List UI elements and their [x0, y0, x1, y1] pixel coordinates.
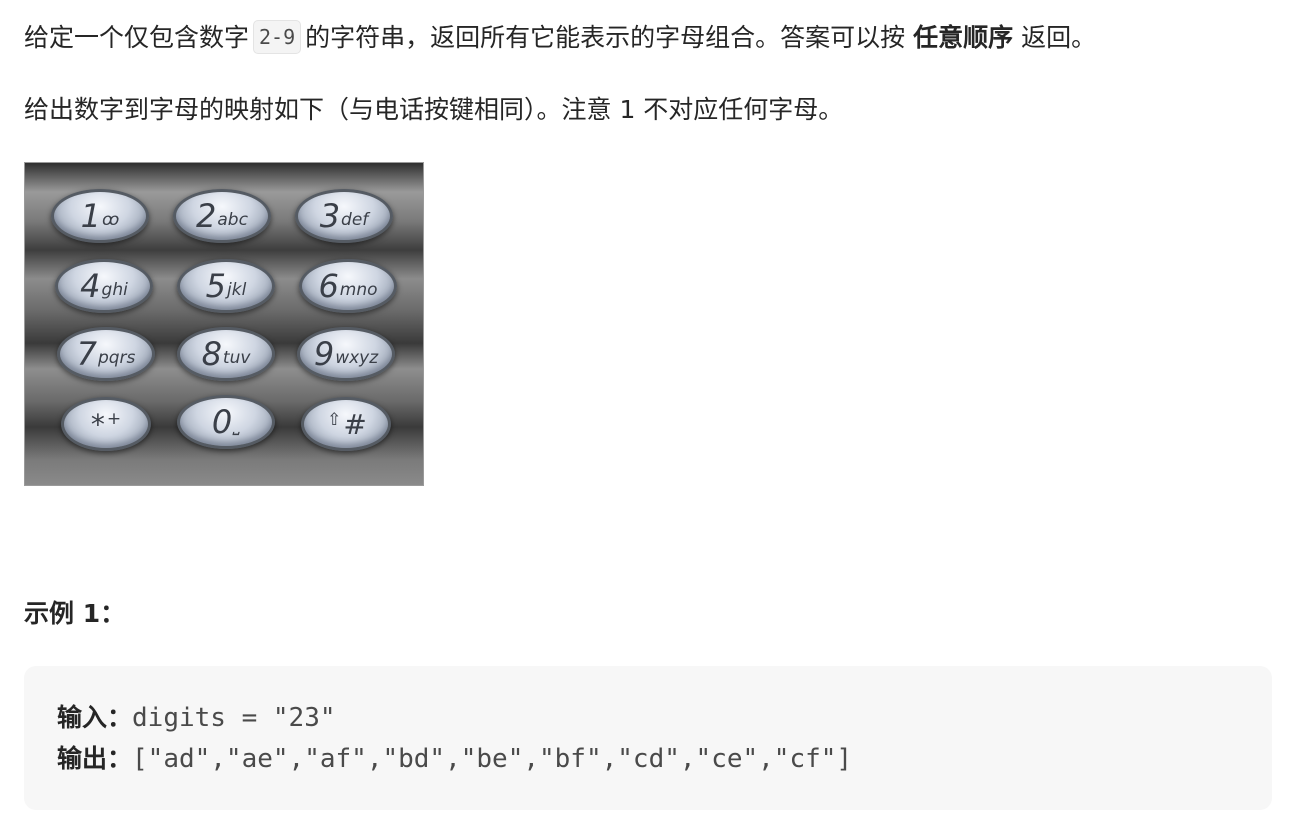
inline-code-digits-range: 2-9 — [253, 20, 302, 54]
example-title: 示例 1： — [24, 599, 126, 628]
keypad-key-2: 2 abc — [173, 189, 271, 243]
description-text: 返回。 — [1021, 23, 1097, 52]
description-text: 给定一个仅包含数字 — [24, 23, 250, 52]
example-output-line: 输出：["ad","ae","af","bd","be","bf","cd","… — [57, 741, 852, 777]
keypad-key-4: 4 ghi — [55, 259, 153, 313]
keypad-key-3: 3 def — [295, 189, 393, 243]
keypad-key-6: 6 mno — [299, 259, 397, 313]
keypad-key-8: 8 tuv — [177, 327, 275, 381]
input-label: 输入： — [57, 703, 133, 732]
example-code-block: 输入：digits = "23" 输出：["ad","ae","af","bd"… — [24, 666, 1272, 810]
keypad-key-7: 7 pqrs — [57, 327, 155, 381]
mapping-note: 给出数字到字母的映射如下（与电话按键相同）。注意 1 不对应任何字母。 — [24, 95, 844, 124]
phone-keypad-image: 1ꝏ 2 abc 3 def 4 ghi 5 jkl 6 mno 7 pqrs 8 tuv 9… — [24, 162, 424, 486]
description-text: 的字符串，返回所有它能表示的字母组合。答案可以按 — [305, 23, 906, 52]
keypad-key-9: 9 wxyz — [297, 327, 395, 381]
problem-description: 给定一个仅包含数字 2-9 的字符串，返回所有它能表示的字母组合。答案可以按 任意顺… — [24, 20, 1096, 56]
keypad-key-hash: ⇧ # — [301, 397, 391, 451]
emphasis-any-order: 任意顺序 — [913, 23, 1014, 52]
keypad-key-star: * + — [61, 397, 151, 451]
keypad-key-5: 5 jkl — [177, 259, 275, 313]
output-label: 输出： — [57, 744, 133, 773]
output-value: ["ad","ae","af","bd","be","bf","cd","ce"… — [132, 744, 853, 774]
input-value: digits = "23" — [132, 703, 336, 733]
keypad-key-1: 1ꝏ — [51, 189, 149, 243]
keypad-key-0: 0 ⎵ — [177, 395, 275, 449]
example-input-line: 输入：digits = "23" — [57, 700, 336, 736]
